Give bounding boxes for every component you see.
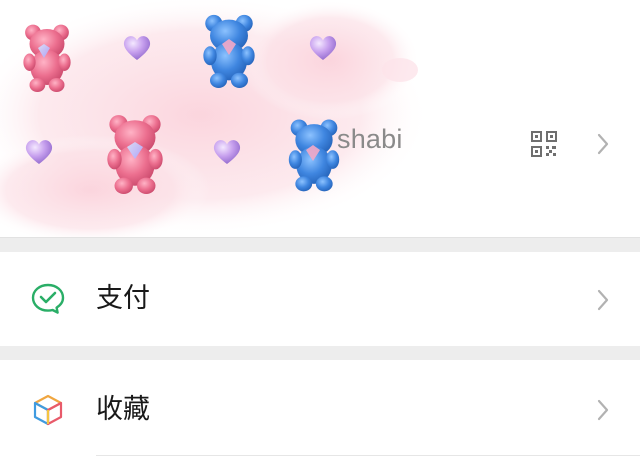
profile-wallpaper [0,0,430,237]
chevron-right-icon [597,399,609,421]
row-divider [96,455,640,456]
chevron-right-icon [597,289,609,311]
qr-code-icon[interactable] [530,130,558,158]
section-separator [0,237,640,253]
section-separator [0,346,640,360]
chevron-right-icon [597,133,609,155]
profile-username: shabi [337,124,403,154]
favorites-cube-icon [33,394,63,426]
menu-item-label: 支付 [96,283,150,314]
menu-item-favorites[interactable]: 收藏 [0,360,640,464]
wechat-pay-icon [31,283,65,314]
me-page: shabi 支付 收藏 [0,0,640,464]
menu-item-pay[interactable]: 支付 [0,252,640,346]
menu-item-label: 收藏 [96,394,150,425]
profile-header[interactable]: shabi [0,0,640,237]
